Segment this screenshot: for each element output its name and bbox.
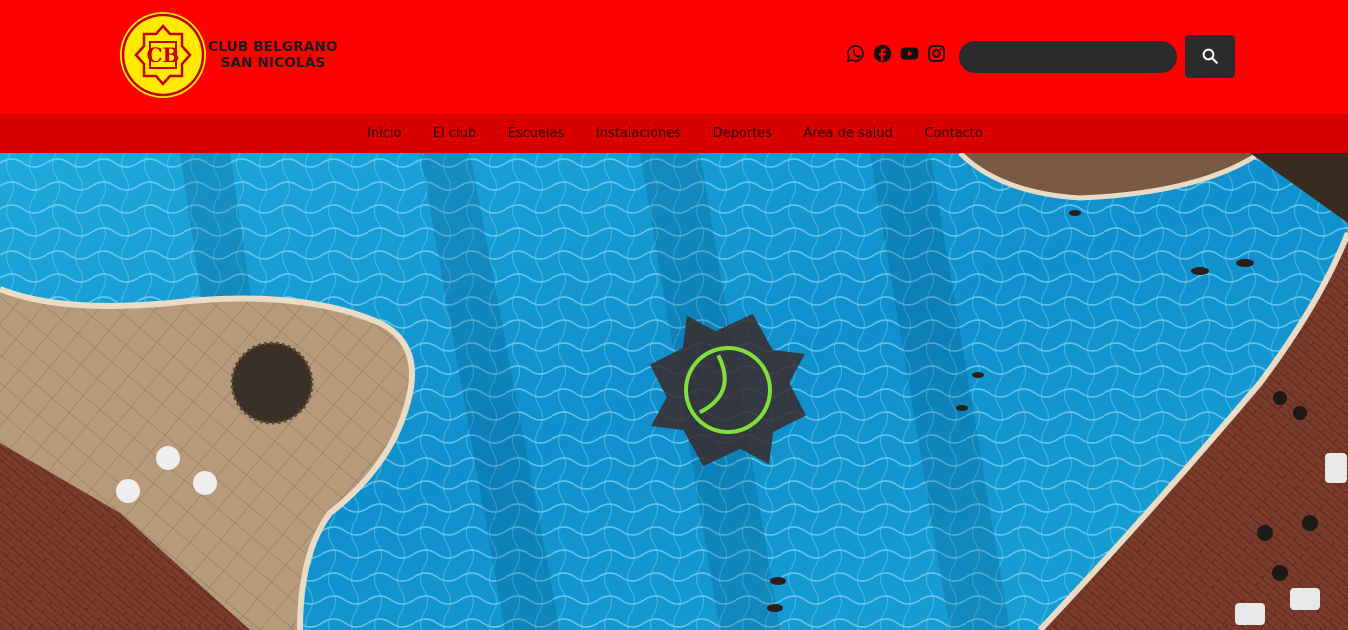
youtube-icon[interactable]: [900, 44, 919, 63]
main-nav: Inicio El club Escuelas Instalaciones De…: [0, 114, 1348, 153]
social-links: [846, 44, 946, 63]
nav-item-contacto[interactable]: Contacto: [924, 126, 983, 141]
site-header: CB CLUB BELGRANO SAN NICOLÁS: [0, 0, 1348, 114]
search-input[interactable]: [959, 41, 1177, 73]
nav-item-area-de-salud[interactable]: Area de salud: [804, 126, 893, 141]
nav-item-escuelas[interactable]: Escuelas: [508, 126, 565, 141]
nav-item-inicio[interactable]: Inicio: [367, 126, 401, 141]
search-button[interactable]: [1185, 35, 1235, 78]
club-logo[interactable]: CB CLUB BELGRANO SAN NICOLÁS: [120, 12, 338, 98]
emblem-monogram: CB: [147, 43, 180, 67]
facebook-icon[interactable]: [873, 44, 892, 63]
hero-pool-image: [0, 153, 1348, 630]
search-icon: [1202, 48, 1218, 64]
whatsapp-icon[interactable]: [846, 44, 865, 63]
club-emblem-icon: CB: [120, 12, 206, 98]
club-name-line1: CLUB BELGRANO: [208, 39, 338, 55]
nav-item-deportes[interactable]: Deportes: [713, 126, 772, 141]
club-name: CLUB BELGRANO SAN NICOLÁS: [208, 39, 338, 71]
instagram-icon[interactable]: [927, 44, 946, 63]
nav-item-el-club[interactable]: El club: [433, 126, 476, 141]
club-name-line2: SAN NICOLÁS: [220, 55, 326, 71]
nav-item-instalaciones[interactable]: Instalaciones: [596, 126, 681, 141]
